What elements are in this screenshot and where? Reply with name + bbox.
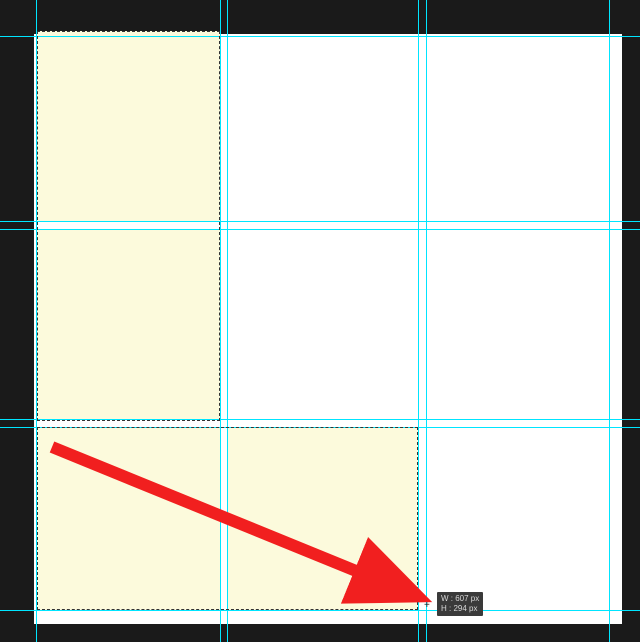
highlight-region <box>228 427 418 610</box>
dimension-tooltip: W : 607 px H : 294 px <box>437 592 483 616</box>
highlight-region <box>37 31 220 221</box>
highlight-region <box>37 427 220 610</box>
tooltip-width-label: W : 607 px <box>441 594 479 604</box>
highlight-region <box>37 229 220 419</box>
tooltip-height-label: H : 294 px <box>441 604 479 614</box>
